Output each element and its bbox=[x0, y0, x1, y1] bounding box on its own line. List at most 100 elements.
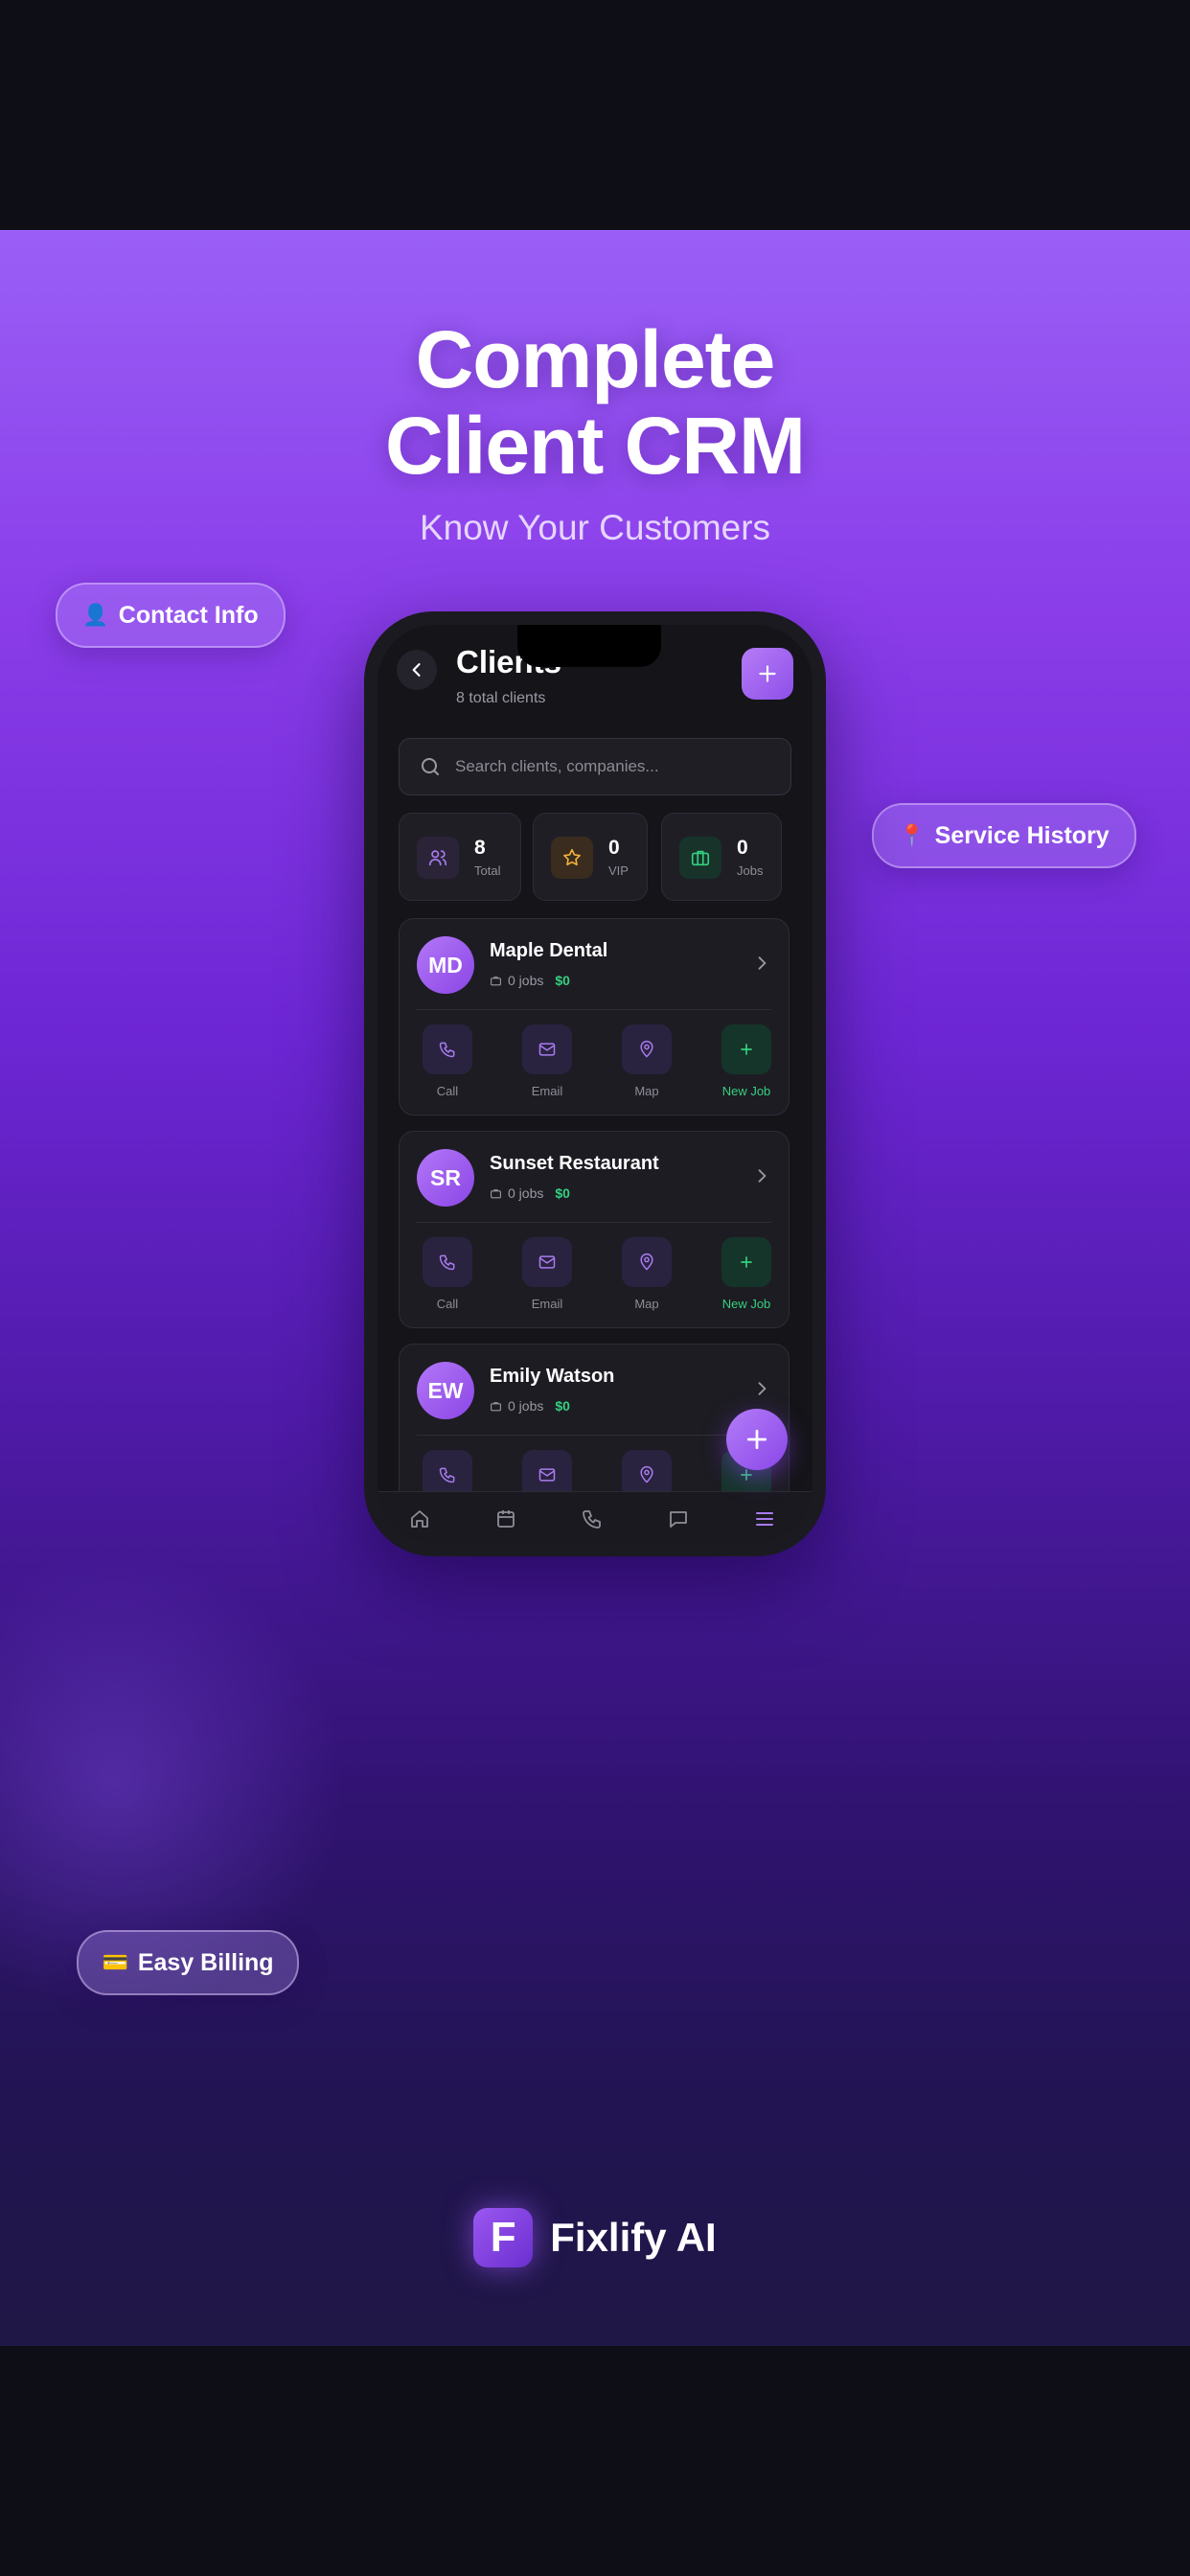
message-icon bbox=[670, 1511, 687, 1528]
briefcase-icon bbox=[491, 1188, 501, 1198]
call-button[interactable]: Call bbox=[417, 1237, 478, 1311]
jobs-count: 0 jobs bbox=[508, 973, 544, 988]
pill-contact-info: 👤 Contact Info bbox=[56, 583, 286, 648]
action-label: Email bbox=[531, 1084, 563, 1098]
pill-label: Contact Info bbox=[118, 601, 259, 629]
plus-icon bbox=[759, 665, 776, 682]
headline-line-2: Client CRM bbox=[385, 401, 806, 491]
action-label: Call bbox=[436, 1297, 459, 1311]
client-count: 8 total clients bbox=[456, 690, 546, 706]
users-icon bbox=[417, 837, 459, 879]
client-actions: Call Email Map New Job bbox=[417, 1237, 771, 1318]
map-button[interactable]: Map bbox=[616, 1024, 677, 1098]
stat-vip: 0 VIP bbox=[533, 813, 648, 901]
chevron-left-icon bbox=[412, 663, 421, 677]
nav-calendar[interactable] bbox=[489, 1502, 523, 1536]
add-client-button[interactable] bbox=[742, 648, 793, 700]
action-label: New Job bbox=[721, 1084, 771, 1098]
calendar-icon bbox=[497, 1510, 515, 1528]
nav-calls[interactable] bbox=[575, 1502, 609, 1536]
add-floating-button[interactable] bbox=[726, 1409, 788, 1470]
client-card[interactable]: SR Sunset Restaurant 0 jobs $0 Call Emai… bbox=[399, 1131, 790, 1328]
subheadline: Know Your Customers bbox=[419, 508, 771, 547]
client-meta: 0 jobs $0 bbox=[490, 1398, 570, 1414]
email-button[interactable]: Email bbox=[516, 1024, 578, 1098]
stat-jobs: 0 Jobs bbox=[661, 813, 782, 901]
phone-icon bbox=[583, 1510, 601, 1529]
map-pin-icon bbox=[640, 1465, 653, 1484]
search-bar bbox=[399, 738, 791, 795]
mail-icon bbox=[538, 1043, 556, 1056]
brand-name: Fixlify AI bbox=[550, 2215, 717, 2260]
jobs-count: 0 jobs bbox=[508, 1398, 544, 1414]
bottom-navigation bbox=[378, 1491, 812, 1543]
briefcase-icon bbox=[491, 1401, 501, 1411]
nav-home[interactable] bbox=[402, 1502, 437, 1536]
back-button[interactable] bbox=[397, 650, 437, 690]
pill-label: Service History bbox=[934, 821, 1110, 849]
brand-lockup: F Fixlify AI bbox=[0, 2208, 1190, 2267]
brand-logo: F bbox=[473, 2208, 534, 2267]
client-card[interactable]: MD Maple Dental 0 jobs $0 Call Email Map… bbox=[399, 918, 790, 1116]
map-pin-icon bbox=[640, 1040, 653, 1058]
action-label: Email bbox=[531, 1297, 563, 1311]
jobs-count: 0 jobs bbox=[508, 1185, 544, 1201]
map-pin-icon bbox=[640, 1253, 653, 1271]
pill-label: Easy Billing bbox=[137, 1948, 274, 1976]
client-revenue: $0 bbox=[555, 1185, 570, 1201]
phone-icon bbox=[439, 1042, 455, 1058]
map-button[interactable]: Map bbox=[616, 1237, 677, 1311]
stat-label: Total bbox=[474, 863, 501, 878]
plus-icon bbox=[741, 1044, 752, 1055]
client-revenue: $0 bbox=[555, 973, 570, 988]
app-screen: Clients 8 total clients 8 Total bbox=[378, 625, 812, 1543]
stat-total: 8 Total bbox=[399, 813, 521, 901]
search-input[interactable] bbox=[453, 756, 783, 777]
chevron-right-icon bbox=[758, 956, 767, 970]
stat-label: Jobs bbox=[737, 863, 764, 878]
avatar: MD bbox=[417, 936, 474, 994]
stat-label: VIP bbox=[608, 863, 629, 878]
plus-icon bbox=[746, 1429, 767, 1450]
poster-background: Complete Client CRM Know Your Customers … bbox=[0, 230, 1190, 2346]
stat-value: 0 bbox=[737, 837, 748, 859]
nav-menu[interactable] bbox=[747, 1502, 782, 1536]
menu-icon bbox=[756, 1512, 773, 1526]
client-meta: 0 jobs $0 bbox=[490, 1185, 570, 1201]
mail-icon bbox=[538, 1468, 556, 1482]
client-name: Sunset Restaurant bbox=[490, 1153, 659, 1174]
client-name: Emily Watson bbox=[490, 1366, 615, 1387]
email-button[interactable]: Email bbox=[516, 1237, 578, 1311]
action-label: Call bbox=[436, 1084, 459, 1098]
mail-icon bbox=[538, 1255, 556, 1269]
divider bbox=[417, 1435, 771, 1436]
chevron-right-icon bbox=[758, 1169, 767, 1183]
divider bbox=[417, 1009, 771, 1010]
new-job-button[interactable]: New Job bbox=[716, 1237, 777, 1311]
pill-service-history: 📍 Service History bbox=[872, 803, 1136, 868]
new-job-button[interactable]: New Job bbox=[716, 1024, 777, 1098]
nav-messages[interactable] bbox=[661, 1502, 696, 1536]
stat-value: 0 bbox=[608, 837, 620, 859]
star-icon bbox=[551, 837, 593, 879]
phone-mockup: Clients 8 total clients 8 Total bbox=[364, 611, 826, 1556]
call-button[interactable]: Call bbox=[417, 1024, 478, 1098]
phone-icon bbox=[439, 1254, 455, 1271]
phone-icon bbox=[439, 1467, 455, 1484]
phone-notch bbox=[517, 625, 661, 667]
action-label: Map bbox=[634, 1297, 659, 1311]
client-revenue: $0 bbox=[555, 1398, 570, 1414]
search-icon bbox=[422, 758, 439, 775]
action-label: Map bbox=[634, 1084, 659, 1098]
home-icon bbox=[411, 1510, 428, 1528]
pin-icon: 📍 bbox=[899, 823, 926, 847]
credit-card-icon: 💳 bbox=[102, 1950, 128, 1974]
plus-icon bbox=[741, 1256, 752, 1268]
avatar: SR bbox=[417, 1149, 474, 1207]
pill-easy-billing: 💳 Easy Billing bbox=[77, 1930, 299, 1995]
client-actions: Call Email Map New Job bbox=[417, 1024, 771, 1105]
person-icon: 👤 bbox=[82, 603, 109, 627]
client-name: Maple Dental bbox=[490, 940, 608, 961]
briefcase-icon bbox=[491, 976, 501, 985]
avatar: EW bbox=[417, 1362, 474, 1419]
